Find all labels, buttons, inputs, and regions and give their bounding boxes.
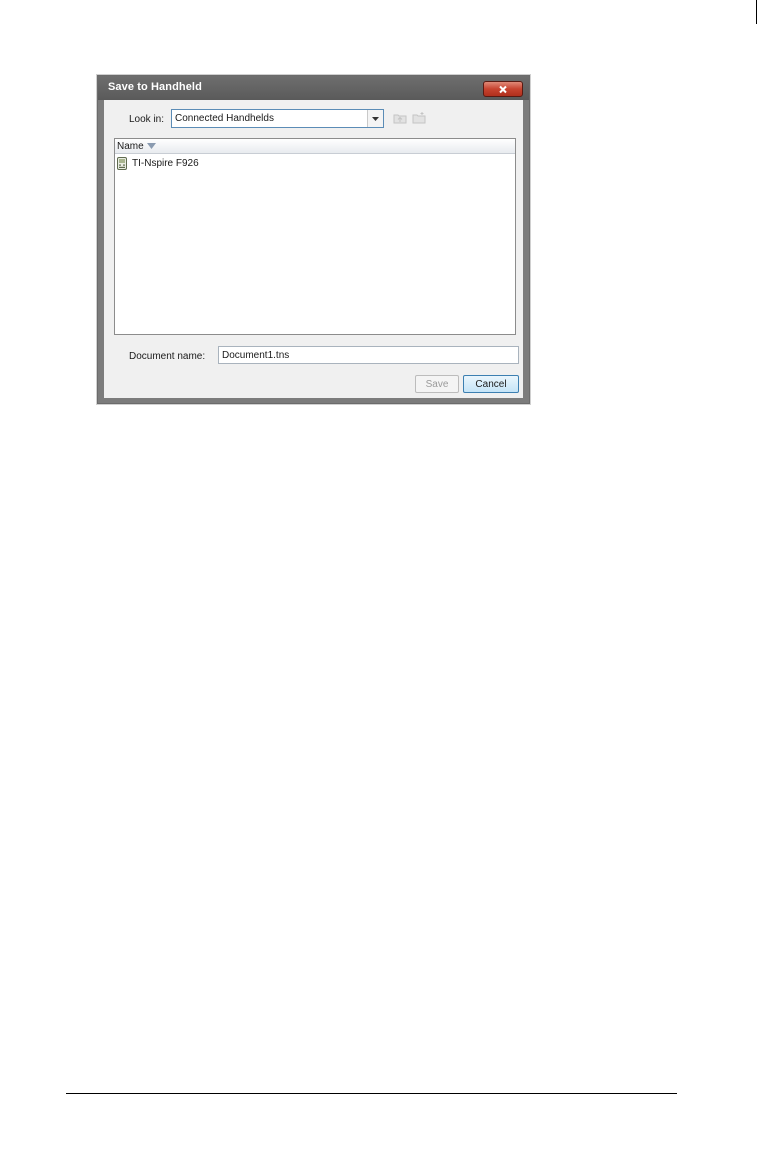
look-in-label: Look in: (129, 114, 165, 125)
look-in-select[interactable]: Connected Handhelds (171, 109, 384, 128)
folder-up-icon[interactable] (393, 111, 407, 125)
document-name-label: Document name: (129, 351, 206, 362)
new-folder-icon[interactable] (412, 111, 426, 125)
save-button[interactable]: Save (415, 375, 459, 393)
name-column-header[interactable]: Name (115, 139, 515, 154)
list-item[interactable]: TI-Nspire F926 (117, 156, 199, 170)
close-button[interactable] (483, 81, 523, 97)
look-in-dropdown-button[interactable] (367, 110, 383, 127)
list-item-label: TI-Nspire F926 (132, 157, 199, 169)
dialog-body: Look in: Connected Handhelds Name TI-Nsp… (104, 100, 523, 398)
page: Save to Handheld Look in: Connected Hand… (0, 0, 764, 1160)
footer-rule (66, 1093, 677, 1094)
handheld-icon (117, 156, 127, 170)
name-column-label: Name (117, 141, 144, 152)
file-list[interactable]: Name TI-Nspire F926 (114, 138, 516, 335)
save-button-label: Save (425, 378, 449, 390)
sort-descending-icon (147, 143, 156, 149)
document-name-field[interactable] (218, 346, 519, 364)
dialog-title: Save to Handheld (108, 81, 202, 93)
cancel-button-label: Cancel (475, 378, 507, 390)
look-in-value: Connected Handhelds (175, 113, 274, 124)
dialog-titlebar[interactable]: Save to Handheld (98, 76, 529, 100)
chevron-down-icon (372, 116, 379, 121)
crop-mark (756, 0, 757, 24)
save-to-handheld-dialog: Save to Handheld Look in: Connected Hand… (97, 75, 530, 404)
close-icon (499, 85, 507, 93)
cancel-button[interactable]: Cancel (463, 375, 519, 393)
